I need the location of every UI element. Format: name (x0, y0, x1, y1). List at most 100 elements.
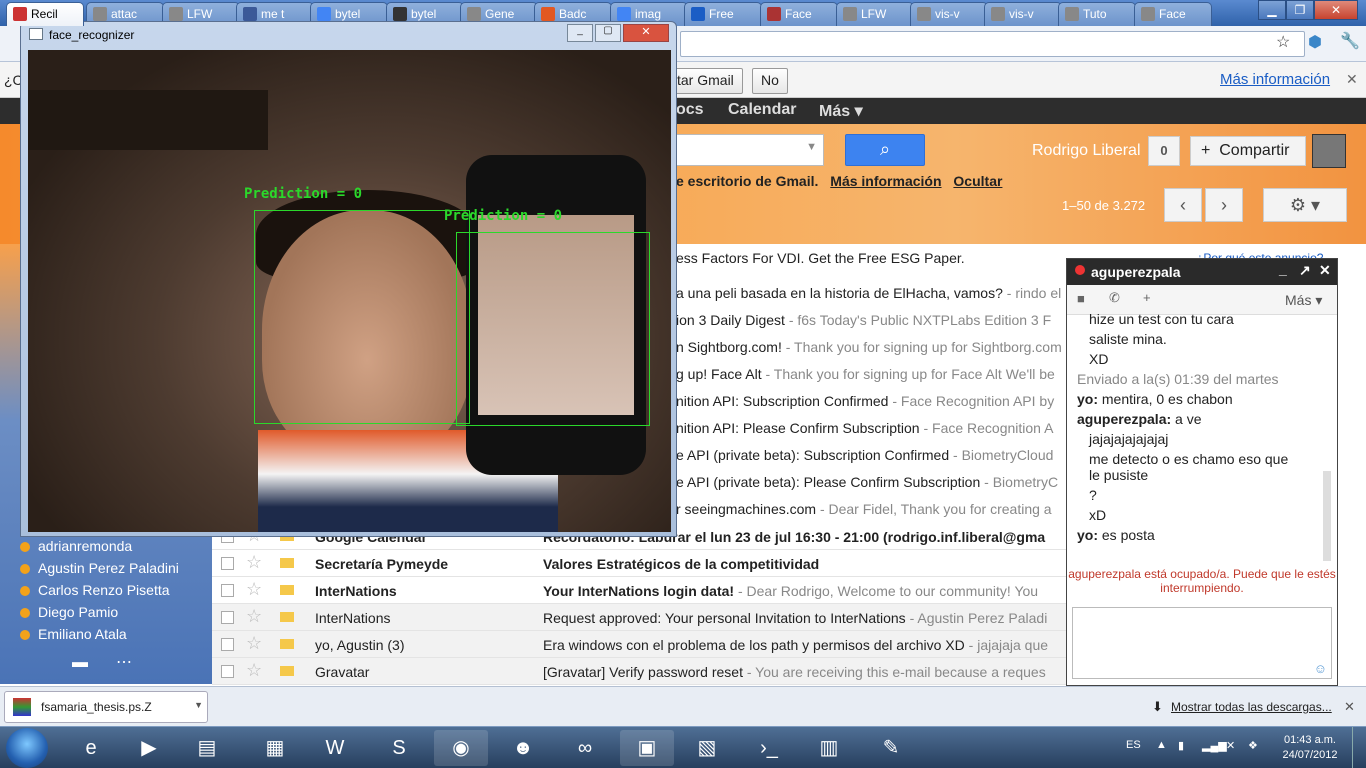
star-icon[interactable]: ☆ (246, 660, 262, 681)
powershell-icon[interactable]: ›_ (742, 730, 796, 766)
messenger-icon[interactable]: ☻ (496, 730, 550, 766)
promo-more-link[interactable]: Más información (830, 173, 941, 189)
importance-icon[interactable] (280, 666, 294, 676)
minimize-chat-icon[interactable]: _ (1279, 261, 1287, 277)
chat-contact[interactable]: Agustin Perez Paladini (20, 560, 179, 576)
media-player-icon[interactable]: ▶ (122, 730, 176, 766)
show-desktop-button[interactable] (1352, 727, 1366, 768)
document-viewer-icon[interactable]: ▦ (248, 730, 302, 766)
activate-gmail-button[interactable]: tar Gmail (668, 68, 743, 94)
video-icon[interactable]: ■ (1077, 291, 1085, 306)
notification-count[interactable]: 0 (1148, 136, 1180, 166)
mail-row-fragment[interactable]: a una peli basada en la historia de ElHa… (676, 285, 1066, 301)
settings-button[interactable]: ⚙ ▾ (1263, 188, 1347, 222)
bookmark-star-icon[interactable]: ☆ (1276, 32, 1290, 52)
chat-contact[interactable]: Diego Pamio (20, 604, 118, 620)
importance-icon[interactable] (280, 639, 294, 649)
download-item[interactable]: fsamaria_thesis.ps.Z ▼ (4, 691, 208, 723)
tray-arrow-icon[interactable]: ▲ (1156, 739, 1167, 751)
star-icon[interactable]: ☆ (246, 633, 262, 654)
mail-row-fragment[interactable]: r seeingmachines.com - Dear Fidel, Thank… (676, 501, 1066, 517)
star-icon[interactable]: ☆ (246, 579, 262, 600)
browser-tab[interactable]: Free (684, 2, 762, 26)
browser-tab[interactable]: Face (1134, 2, 1212, 26)
address-bar[interactable] (680, 31, 1305, 57)
ad-text[interactable]: ess Factors For VDI. Get the Free ESG Pa… (676, 250, 965, 266)
browser-tab[interactable]: Tuto (1058, 2, 1136, 26)
cv-maximize-button[interactable]: ▢ (595, 24, 621, 42)
importance-icon[interactable] (280, 585, 294, 595)
mail-row-fragment[interactable]: ion 3 Daily Digest - f6s Today's Public … (676, 312, 1066, 328)
prev-page-button[interactable]: ‹ (1164, 188, 1202, 222)
language-indicator[interactable]: ES (1126, 739, 1141, 751)
extension-icon[interactable]: ⬢ (1308, 32, 1322, 52)
mail-row-fragment[interactable]: n Sightborg.com! - Thank you for signing… (676, 339, 1066, 355)
browser-tab[interactable]: Face (760, 2, 838, 26)
no-button[interactable]: No (752, 68, 788, 94)
chat-contact[interactable]: Emiliano Atala (20, 626, 127, 642)
row-checkbox[interactable] (221, 638, 234, 651)
chat-contact[interactable]: Carlos Renzo Pisetta (20, 582, 170, 598)
row-checkbox[interactable] (221, 665, 234, 678)
ie-icon[interactable]: e (64, 730, 118, 766)
dropbox-icon[interactable]: ❖ (1248, 739, 1258, 752)
next-page-button[interactable]: › (1205, 188, 1243, 222)
share-button[interactable]: + Compartir (1190, 136, 1306, 166)
browser-tab[interactable]: vis-v (984, 2, 1062, 26)
browser-tab[interactable]: LFW (836, 2, 914, 26)
gbar-item-more[interactable]: Más ▾ (819, 101, 863, 121)
table-row[interactable]: ☆ Gravatar [Gravatar] Verify password rese… (212, 658, 1066, 685)
gbar-item-calendar[interactable]: Calendar (728, 101, 796, 119)
mail-row-fragment[interactable]: e API (private beta): Please Confirm Sub… (676, 474, 1066, 490)
chat-contact[interactable]: adrianremonda (20, 538, 132, 554)
cv-minimize-button[interactable]: _ (567, 24, 593, 42)
star-icon[interactable]: ☆ (246, 552, 262, 573)
row-checkbox[interactable] (221, 611, 234, 624)
search-button[interactable]: ⌕ (845, 134, 925, 166)
close-window-button[interactable]: ✕ (1314, 0, 1358, 20)
mail-row-fragment[interactable]: e API (private beta): Subscription Confi… (676, 447, 1066, 463)
start-button[interactable] (6, 728, 48, 768)
browser-tab[interactable]: Recil (6, 2, 84, 26)
table-row[interactable]: ☆ InterNations Your InterNations login dat… (212, 577, 1066, 604)
more-info-link[interactable]: Más información (1220, 71, 1330, 88)
mute-icon[interactable]: ✕ (1226, 739, 1235, 752)
clock[interactable]: 01:43 a.m. 24/07/2012 (1274, 733, 1346, 763)
avatar[interactable] (1312, 134, 1346, 168)
window-icon[interactable]: ▥ (802, 730, 856, 766)
add-person-icon[interactable]: + (1143, 290, 1151, 305)
user-name[interactable]: Rodrigo Liberal (1032, 142, 1141, 160)
more-options-icon[interactable]: ⋯ (116, 652, 132, 672)
minimize-button[interactable]: ▁ (1258, 0, 1286, 20)
table-row[interactable]: ☆ InterNations Request approved: Your pers… (212, 604, 1066, 631)
show-all-downloads-link[interactable]: Mostrar todas las descargas... (1171, 700, 1332, 714)
search-input[interactable]: ▼ (676, 134, 824, 166)
emoji-icon[interactable]: ☺ (1314, 661, 1327, 676)
cv-close-button[interactable]: ✕ (623, 24, 669, 42)
close-icon[interactable]: ✕ (1344, 699, 1355, 715)
close-chat-icon[interactable]: ✕ (1319, 262, 1331, 279)
mail-row-fragment[interactable]: nition API: Subscription Confirmed - Fac… (676, 393, 1066, 409)
wrench-icon[interactable]: 🔧 (1340, 31, 1360, 51)
battery-icon[interactable]: ▮ (1178, 739, 1184, 752)
table-row[interactable]: ☆ yo, Agustin (3) Era windows con el probl… (212, 631, 1066, 658)
word-icon[interactable]: W (308, 730, 362, 766)
chrome-icon[interactable]: ◉ (434, 730, 488, 766)
promo-hide-link[interactable]: Ocultar (953, 173, 1002, 189)
maximize-button[interactable]: ❐ (1286, 0, 1314, 20)
chat-scrollbar[interactable] (1323, 471, 1331, 561)
row-checkbox[interactable] (221, 557, 234, 570)
mail-row-fragment[interactable]: nition API: Please Confirm Subscription … (676, 420, 1066, 436)
paint-icon[interactable]: ✎ (864, 730, 918, 766)
browser-tab[interactable]: vis-v (910, 2, 988, 26)
chat-more-button[interactable]: Más ▾ (1285, 292, 1322, 309)
row-checkbox[interactable] (221, 584, 234, 597)
explorer-icon[interactable]: ▤ (180, 730, 234, 766)
chevron-down-icon[interactable]: ▼ (194, 700, 203, 710)
chat-bubble-icon[interactable]: ▬ (72, 654, 88, 672)
close-icon[interactable]: ✕ (1346, 71, 1358, 88)
mail-row-fragment[interactable]: g up! Face Alt - Thank you for signing u… (676, 366, 1066, 382)
popout-icon[interactable]: ↗ (1299, 262, 1311, 279)
opencv-app-icon[interactable]: ▣ (620, 730, 674, 766)
table-row[interactable]: ☆ Secretaría Pymeyde Valores Estratégicos … (212, 550, 1066, 577)
